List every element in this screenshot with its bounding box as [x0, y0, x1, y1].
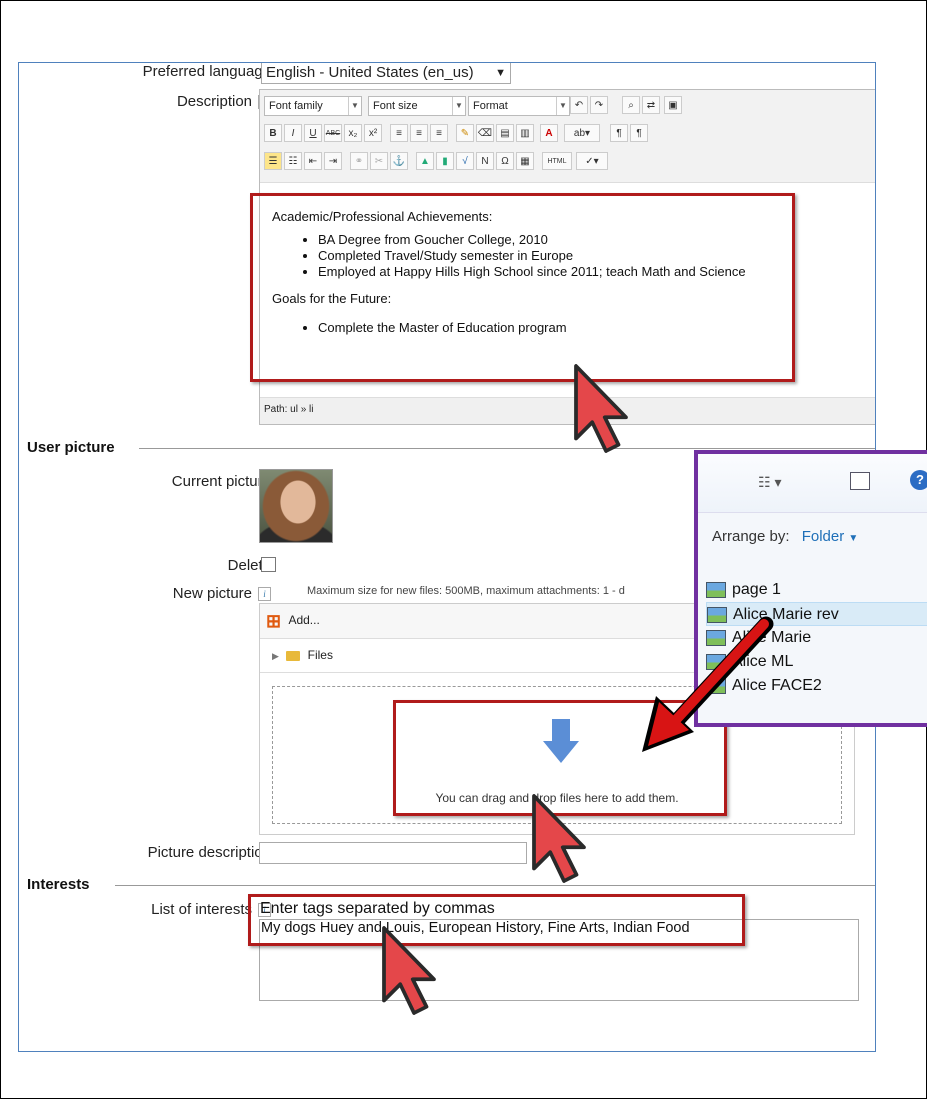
- mouse-pointer-icon: [532, 794, 586, 883]
- mouse-pointer-icon: [574, 364, 628, 453]
- mouse-pointer-icon: [382, 926, 436, 1015]
- annotation-overlay: [382, 364, 774, 1015]
- drag-arrow-icon: [642, 616, 774, 752]
